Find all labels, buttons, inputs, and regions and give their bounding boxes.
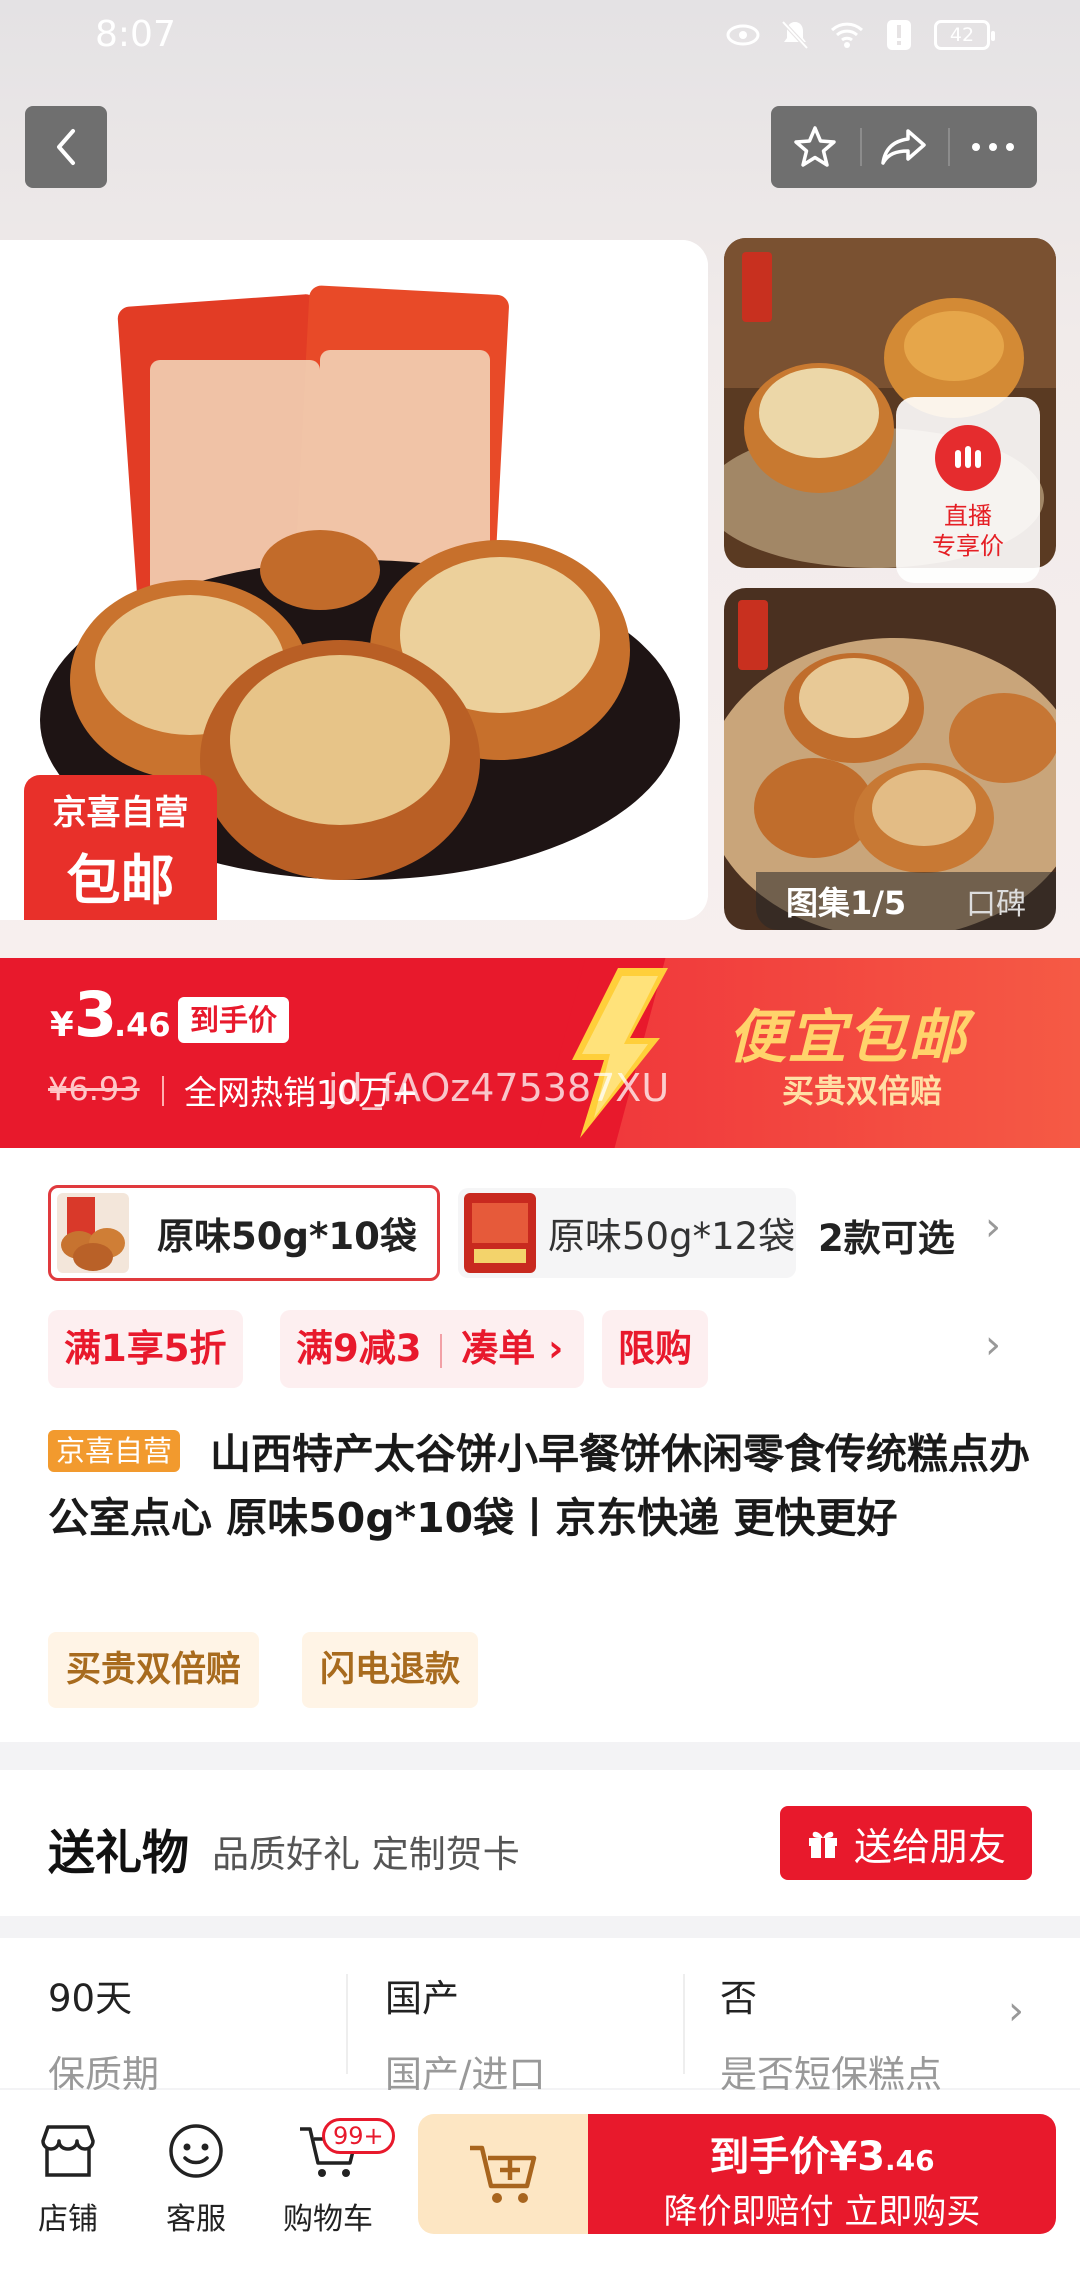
- spec-chevron-right-icon[interactable]: ›: [1008, 1988, 1024, 2034]
- chevron-left-icon: [57, 129, 75, 165]
- sku-thumbnail-2: [464, 1193, 536, 1273]
- status-time: 8:07: [95, 14, 176, 55]
- gift-subtitle: 品质好礼 定制贺卡: [212, 1833, 520, 1876]
- service-label: 客服: [166, 2202, 226, 2237]
- promo-tag-2[interactable]: 满9减3 凑单 ›: [280, 1310, 584, 1388]
- add-to-cart-button[interactable]: [418, 2114, 590, 2234]
- promo-tag-1[interactable]: 满1享5折: [48, 1310, 243, 1388]
- promo-tag-limit[interactable]: 限购: [602, 1310, 708, 1388]
- cart-count-badge: 99+: [322, 2118, 395, 2154]
- more-button[interactable]: [948, 106, 1037, 188]
- share-button[interactable]: [859, 106, 949, 188]
- star-icon: [794, 126, 837, 167]
- promo-chevron-right-icon[interactable]: ›: [985, 1322, 1001, 1368]
- price-integer: 3: [74, 978, 118, 1051]
- cart-label: 购物车: [283, 2202, 373, 2237]
- header-actions: [771, 106, 1037, 188]
- favorite-button[interactable]: [771, 106, 860, 188]
- buy-now-label: 降价即赔付 立即购买: [663, 2192, 981, 2232]
- price-separator: [162, 1076, 164, 1106]
- spec-section[interactable]: 90天 保质期 国产 国产/进口 否 是否短保糕点 ›: [0, 1938, 1080, 2096]
- share-icon: [881, 129, 926, 165]
- sku-thumbnail-1: [57, 1193, 129, 1273]
- spec-short-shelf: 否 是否短保糕点: [720, 1968, 942, 2098]
- final-price-tag: 到手价: [178, 997, 290, 1043]
- buy-price-decimal: .46: [885, 2144, 935, 2177]
- spec-origin: 国产 国产/进口: [385, 1968, 545, 2098]
- spec-value: 否: [720, 1977, 757, 2020]
- gallery-bar: 图集1/5 口碑: [756, 872, 1056, 930]
- sku-option-selected[interactable]: 原味50g*10袋: [48, 1185, 440, 1281]
- product-page: 8:07 42 京喜自营 包邮 直播 专享价 图集1/5 口碑 ¥ 3 .46 …: [0, 0, 1080, 2280]
- price-decimal: .46: [114, 1006, 171, 1044]
- battery-icon: 42: [934, 20, 995, 50]
- status-bar: 8:07 42: [0, 0, 1080, 74]
- customer-service-button[interactable]: 客服: [136, 2116, 256, 2238]
- spec-value: 国产: [385, 1977, 459, 2020]
- live-price-button[interactable]: 直播 专享价: [896, 397, 1040, 583]
- self-operated-badge: 京喜自营 包邮: [24, 775, 217, 920]
- sku-option-2[interactable]: 原味50g*12袋: [458, 1188, 796, 1278]
- more-icon: [971, 143, 1014, 151]
- wifi-icon: [830, 18, 864, 52]
- alert-icon: [882, 18, 916, 52]
- live-label-1: 直播: [944, 502, 992, 530]
- sku-count[interactable]: 2款可选: [818, 1208, 955, 1262]
- mute-bell-icon: [778, 18, 812, 52]
- gallery-tab-images[interactable]: 图集1/5: [786, 878, 906, 924]
- gift-icon: [808, 1831, 837, 1858]
- promo-divider: [440, 1333, 443, 1368]
- send-to-friend-button[interactable]: 送给朋友: [780, 1806, 1032, 1880]
- send-to-friend-label: 送给朋友: [853, 1824, 1006, 1869]
- product-title: 山西特产太谷饼小早餐饼休闲零食传统糕点办公室点心 原味50g*10袋丨京东快递 …: [48, 1430, 1030, 1542]
- store-label: 店铺: [38, 2202, 98, 2237]
- buy-price-line: 到手价¥3.46: [588, 2124, 1056, 2182]
- store-icon: [8, 2116, 128, 2186]
- back-button[interactable]: [25, 106, 107, 188]
- sku-label-2: 原味50g*12袋: [548, 1215, 796, 1258]
- sku-label-selected: 原味50g*10袋: [157, 1215, 417, 1258]
- spec-shelf-life: 90天 保质期: [48, 1968, 159, 2098]
- promo-slogan: 便宜包邮: [728, 1003, 969, 1071]
- promo-tag-2-text: 满9减3: [296, 1327, 422, 1370]
- hot-sales-text: 全网热销10万+: [184, 1073, 419, 1112]
- buy-price-label: 到手价: [709, 2134, 830, 2180]
- promo-slogan-sub: 买贵双倍赔: [782, 1072, 943, 1110]
- sku-chevron-right-icon[interactable]: ›: [985, 1204, 1001, 1250]
- collect-order-link[interactable]: 凑单 ›: [461, 1327, 563, 1370]
- spec-divider: [683, 1974, 685, 2074]
- gift-section: 送礼物 品质好礼 定制贺卡 送给朋友: [0, 1770, 1080, 1916]
- gift-heading: 送礼物: [48, 1826, 189, 1881]
- badge-line1: 京喜自营: [52, 793, 189, 833]
- spec-divider: [346, 1974, 348, 2074]
- live-label-2: 专享价: [932, 532, 1004, 560]
- lightning-icon: [572, 968, 668, 1138]
- price-currency: ¥: [50, 1005, 74, 1045]
- original-price: ¥6.93: [48, 1070, 140, 1108]
- badge-line2: 包邮: [66, 849, 175, 912]
- status-icons: 42: [726, 18, 995, 52]
- eye-icon: [726, 18, 760, 52]
- service-tag-price-protect[interactable]: 买贵双倍赔: [48, 1632, 260, 1708]
- spec-value: 90天: [48, 1977, 133, 2020]
- buy-now-button[interactable]: 到手价¥3.46 降价即赔付 立即购买: [588, 2114, 1056, 2234]
- gallery-tab-reviews[interactable]: 口碑: [966, 879, 1026, 923]
- add-cart-icon: [470, 2145, 537, 2203]
- service-face-icon: [136, 2116, 256, 2186]
- store-tag: 京喜自营: [48, 1430, 181, 1472]
- service-tag-fast-refund[interactable]: 闪电退款: [302, 1632, 479, 1708]
- buy-price-value: ¥3: [829, 2134, 886, 2180]
- live-icon: [935, 425, 1001, 491]
- store-button[interactable]: 店铺: [8, 2116, 128, 2238]
